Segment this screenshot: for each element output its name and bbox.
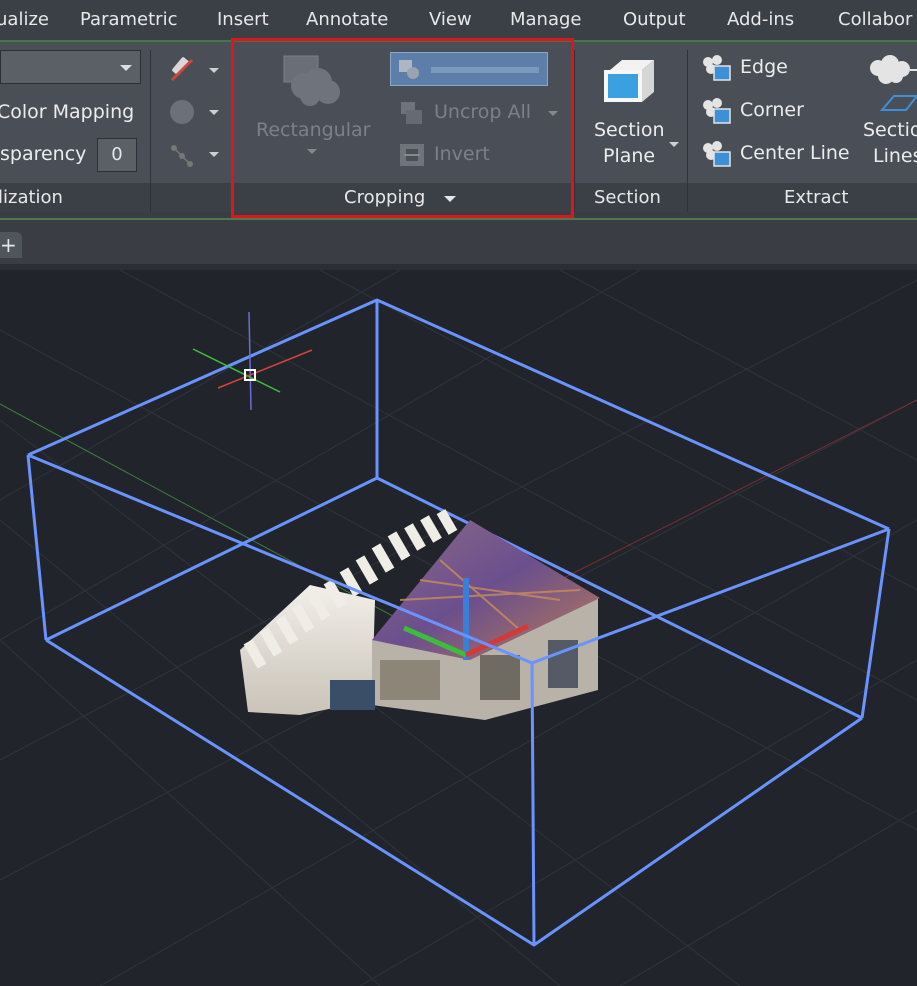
menu-visualize[interactable]: ualize — [0, 9, 49, 30]
file-tab-strip — [0, 220, 917, 264]
transparency-input[interactable]: 0 — [97, 138, 137, 172]
extract-edge-icon[interactable] — [700, 54, 732, 82]
color-scheme-dropdown[interactable] — [0, 50, 141, 84]
new-tab-button[interactable]: + — [0, 232, 22, 258]
menu-bar: ualize Parametric Insert Annotate View M… — [0, 0, 917, 42]
transparency-label: sparency — [0, 143, 87, 165]
menu-collaborate[interactable]: Collabor — [838, 9, 912, 30]
sphere-icon[interactable] — [168, 98, 196, 126]
menu-manage[interactable]: Manage — [510, 9, 582, 30]
eraser-icon[interactable] — [168, 56, 196, 84]
extract-edge-button[interactable]: Edge — [740, 56, 788, 78]
visualization-panel-label: lization — [0, 187, 63, 208]
section-lines-label-1[interactable]: Sectio — [863, 119, 917, 141]
section-plane-label-1[interactable]: Section — [594, 119, 665, 141]
color-mapping-button[interactable]: Color Mapping — [0, 101, 134, 123]
extract-center-line-icon[interactable] — [700, 140, 732, 168]
chevron-down-icon[interactable] — [209, 110, 219, 115]
menu-parametric[interactable]: Parametric — [80, 9, 177, 30]
cropping-highlight-frame — [231, 38, 574, 218]
menu-view[interactable]: View — [429, 9, 472, 30]
panel-separator — [574, 50, 575, 212]
extract-panel-label: Extract — [784, 187, 849, 208]
panel-separator — [687, 50, 688, 212]
section-lines-label-2[interactable]: Lines — [873, 145, 917, 167]
section-lines-icon[interactable] — [866, 52, 917, 114]
panel-separator — [150, 50, 151, 212]
chevron-down-icon[interactable] — [209, 68, 219, 73]
drawing-viewport[interactable] — [0, 270, 917, 986]
section-panel-label: Section — [594, 187, 661, 208]
menu-output[interactable]: Output — [623, 9, 686, 30]
extract-corner-button[interactable]: Corner — [740, 99, 804, 121]
menu-insert[interactable]: Insert — [217, 9, 269, 30]
snap-points-icon[interactable] — [168, 140, 196, 168]
chevron-down-icon — [120, 65, 132, 71]
chevron-down-icon[interactable] — [209, 152, 219, 157]
extract-center-line-button[interactable]: Center Line — [740, 142, 850, 164]
menu-add-ins[interactable]: Add-ins — [727, 9, 794, 30]
plus-icon: + — [0, 233, 17, 257]
chevron-down-icon[interactable] — [669, 142, 679, 147]
section-plane-icon[interactable] — [600, 56, 656, 108]
extract-corner-icon[interactable] — [700, 97, 732, 125]
section-plane-label-2[interactable]: Plane — [603, 145, 655, 167]
menu-annotate[interactable]: Annotate — [306, 9, 388, 30]
